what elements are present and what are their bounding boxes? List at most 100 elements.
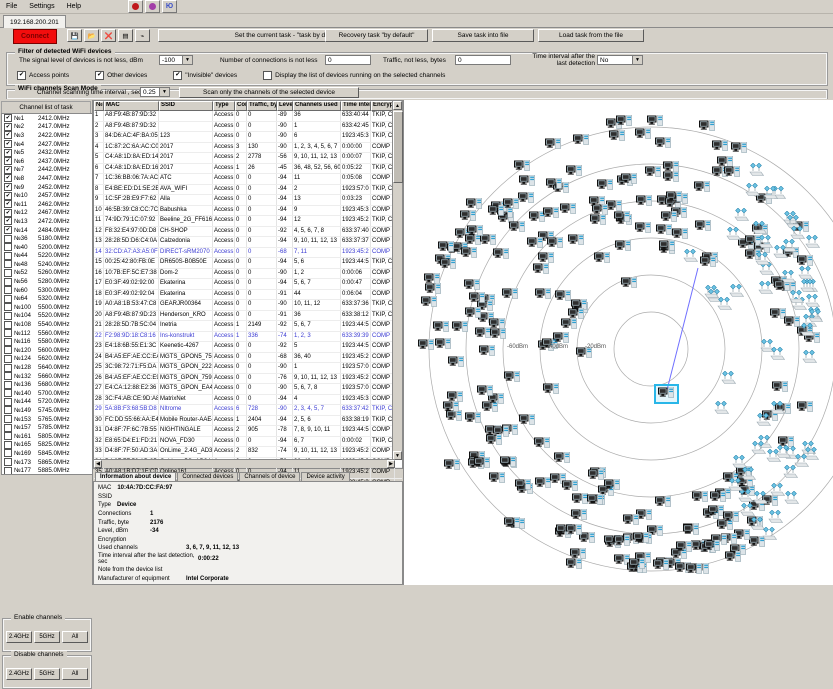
channel-item[interactable]: №1365680.0MHz xyxy=(2,380,92,389)
channel-item[interactable]: №405200.0MHz xyxy=(2,243,92,252)
computer-icon[interactable] xyxy=(488,205,505,219)
checkbox-icon[interactable] xyxy=(4,364,12,372)
channel-item[interactable]: ✔№52432.0MHz xyxy=(2,148,92,157)
scroll-up-icon[interactable]: ▲ xyxy=(393,101,402,110)
channel-item[interactable]: ✔№122467.0MHz xyxy=(2,209,92,218)
computer-icon[interactable] xyxy=(514,160,531,174)
table-row[interactable]: 41C:87:2C:6A:AC:C02017Access3130-901, 2,… xyxy=(94,143,402,154)
load-task-button[interactable]: Load task from the file xyxy=(538,29,644,42)
scroll-right-icon[interactable]: ▶ xyxy=(387,460,395,468)
computer-icon[interactable] xyxy=(418,339,435,353)
computer-icon[interactable] xyxy=(433,321,450,335)
computer-icon[interactable] xyxy=(502,288,519,302)
computer-icon[interactable] xyxy=(489,472,506,486)
table-row[interactable]: 31D4:8F:7F:6C:7B:55NIGHTINGALEAccess2905… xyxy=(94,426,402,437)
menu-settings[interactable]: Settings xyxy=(23,2,60,11)
access-point-icon[interactable] xyxy=(751,221,768,235)
channel-item[interactable]: №445220.0MHz xyxy=(2,252,92,261)
access-point-icon[interactable] xyxy=(789,226,806,240)
computer-icon[interactable] xyxy=(568,308,585,322)
table-row[interactable]: 1610:7B:EF:5C:E7:38Dom-2Access00-901, 20… xyxy=(94,269,402,280)
computer-icon[interactable] xyxy=(699,120,716,134)
computer-icon[interactable] xyxy=(440,258,457,272)
access-point-icon[interactable] xyxy=(761,527,778,541)
column-header-level-[interactable]: Level, xyxy=(277,101,293,111)
filter-checkbox-2[interactable]: ✔"Invisible" devices xyxy=(173,71,237,80)
channel-item[interactable]: №365180.0MHz xyxy=(2,234,92,243)
table-row[interactable]: 24B4:A5:EF:AE:CC:EAMGTS_GPON5_7593Access… xyxy=(94,353,402,364)
checkbox-icon[interactable]: ✔ xyxy=(4,209,12,217)
computer-icon[interactable] xyxy=(464,279,481,293)
blue-app-icon[interactable]: Ю xyxy=(162,0,177,13)
computer-icon[interactable] xyxy=(712,140,729,154)
channel-item[interactable]: ✔№132472.0MHz xyxy=(2,217,92,226)
checkbox-icon[interactable]: ✔ xyxy=(173,71,182,80)
computer-icon[interactable] xyxy=(636,195,653,209)
access-point-icon[interactable] xyxy=(788,290,805,304)
computer-icon[interactable] xyxy=(609,130,626,144)
computer-icon[interactable] xyxy=(448,356,465,370)
channel-item[interactable]: №1285640.0MHz xyxy=(2,363,92,372)
channel-item[interactable]: №645320.0MHz xyxy=(2,294,92,303)
computer-icon[interactable] xyxy=(500,456,517,470)
channel-item[interactable]: №1005500.0MHz xyxy=(2,303,92,312)
channel-item[interactable]: №1695845.0MHz xyxy=(2,449,92,458)
filter-checkbox-1[interactable]: ✔Other devices xyxy=(95,71,147,80)
checkbox-icon[interactable]: ✔ xyxy=(4,131,12,139)
computer-icon[interactable] xyxy=(560,203,577,217)
computer-icon[interactable] xyxy=(452,321,469,335)
computer-icon[interactable] xyxy=(566,558,583,572)
chevron-down-icon[interactable]: ▼ xyxy=(182,56,192,64)
computer-icon[interactable] xyxy=(692,491,709,505)
column-header-type[interactable]: Type xyxy=(213,101,235,111)
checkbox-icon[interactable] xyxy=(4,372,12,380)
table-row[interactable]: 1500:25:42:80:FB:0EDR650S-B0B50EAccess00… xyxy=(94,258,402,269)
table-row[interactable]: 26B4:A5:EF:AE:CC:E9MGTS_GPON_7593Access0… xyxy=(94,374,402,385)
save-icon[interactable]: 💾 xyxy=(67,29,82,42)
access-point-icon[interactable] xyxy=(793,454,810,468)
computer-icon[interactable] xyxy=(566,165,583,179)
computer-icon[interactable] xyxy=(555,290,572,304)
table-row[interactable]: 20A8:F9:4B:87:9D:23Henderson_KROAccess00… xyxy=(94,311,402,322)
table-row[interactable]: 2A8:F9:4B:87:9D:32Access00-901633:42:45T… xyxy=(94,122,402,133)
table-row[interactable]: 91C:5F:2B:E9:F7:62AllaAccess00-94130:03:… xyxy=(94,195,402,206)
checkbox-icon[interactable] xyxy=(4,389,12,397)
access-point-icon[interactable] xyxy=(682,249,699,263)
checkbox-icon[interactable]: ✔ xyxy=(17,71,26,80)
scan-selected-device-button[interactable]: Scan only the channels of the selected d… xyxy=(179,87,359,98)
traffic-input[interactable]: 0 xyxy=(455,55,511,65)
chevron-down-icon[interactable]: ▼ xyxy=(632,56,642,64)
table-row[interactable]: 71C:36:BB:06:7A:ACATCAccess00-94110:05:0… xyxy=(94,174,402,185)
computer-icon[interactable] xyxy=(554,452,571,466)
computer-icon[interactable] xyxy=(534,437,551,451)
checkbox-icon[interactable] xyxy=(4,467,12,475)
computer-icon[interactable] xyxy=(597,179,614,193)
checkbox-icon[interactable] xyxy=(4,406,12,414)
channel-item[interactable]: ✔№102457.0MHz xyxy=(2,191,92,200)
column-header-conn[interactable]: Conn xyxy=(235,101,247,111)
computer-icon[interactable] xyxy=(655,496,672,510)
computer-icon[interactable] xyxy=(655,137,672,151)
computer-icon[interactable] xyxy=(594,252,611,266)
computer-icon[interactable] xyxy=(635,128,652,142)
table-row[interactable]: 295A:8B:F3:68:5B:D8NItromeAccess6728-902… xyxy=(94,405,402,416)
table-row[interactable]: 19A0:A8:1B:53:47:C8GEARJR00364Access00-9… xyxy=(94,300,402,311)
computer-icon[interactable] xyxy=(461,247,478,261)
table-row[interactable]: 33D4:8F:7F:50:AD:3AOnLime_2.4G_AD34Acces… xyxy=(94,447,402,458)
computer-icon[interactable] xyxy=(647,115,664,129)
channel-item[interactable]: №1245620.0MHz xyxy=(2,355,92,364)
computer-icon[interactable] xyxy=(614,211,631,225)
channel-item[interactable]: №485240.0MHz xyxy=(2,260,92,269)
computer-icon[interactable] xyxy=(683,524,700,538)
checkbox-icon[interactable]: ✔ xyxy=(4,192,12,200)
computer-icon[interactable] xyxy=(629,558,646,572)
access-point-icon[interactable] xyxy=(752,491,769,505)
delete-icon[interactable]: ❌ xyxy=(101,29,116,42)
checkbox-icon[interactable]: ✔ xyxy=(4,183,12,191)
computer-icon[interactable] xyxy=(695,220,712,234)
computer-icon[interactable] xyxy=(543,383,560,397)
access-point-icon[interactable] xyxy=(739,503,756,517)
table-row[interactable]: 6C4:A8:1D:8A:ED:162017Access126-4536, 48… xyxy=(94,164,402,175)
channel-item[interactable]: №1165580.0MHz xyxy=(2,337,92,346)
computer-icon[interactable] xyxy=(438,241,455,255)
